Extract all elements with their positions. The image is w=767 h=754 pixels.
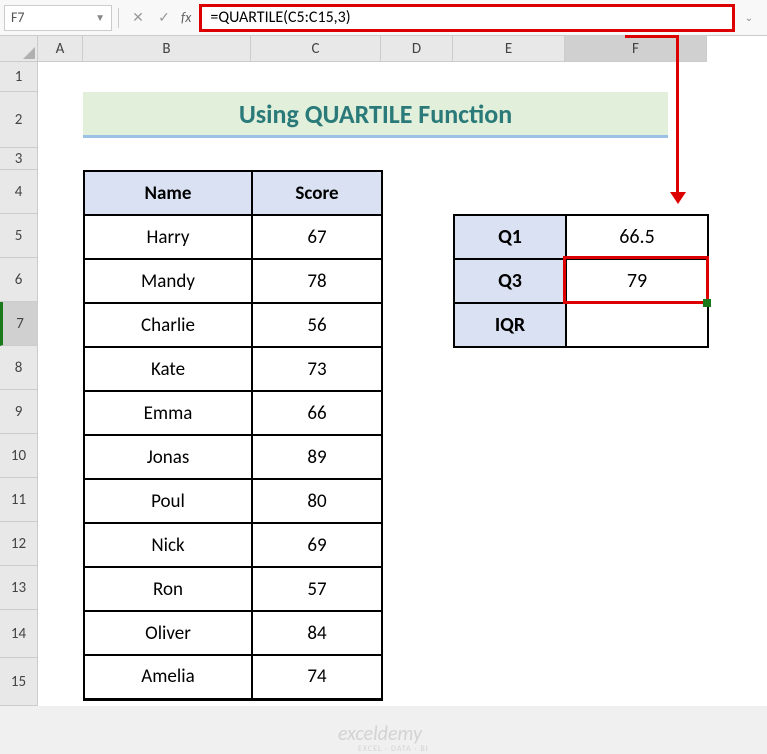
result-row-q1: Q1 66.5 xyxy=(454,215,708,259)
table-row: Charlie56 xyxy=(84,303,382,347)
result-value-q3[interactable]: 79 xyxy=(566,259,708,303)
spreadsheet-grid: A B C D E F 1 2 3 4 5 6 7 8 9 10 11 12 xyxy=(0,36,767,706)
cell-name[interactable]: Nick xyxy=(84,523,252,567)
row-header-11[interactable]: 11 xyxy=(0,478,38,522)
row-header-9[interactable]: 9 xyxy=(0,390,38,434)
cell-score[interactable]: 69 xyxy=(252,523,382,567)
fill-handle[interactable] xyxy=(703,299,711,307)
cell-score[interactable]: 74 xyxy=(252,655,382,699)
cells-area[interactable]: Using QUARTILE Function Name Score Harry… xyxy=(38,62,767,706)
result-value-iqr[interactable] xyxy=(566,303,708,347)
table-row: Harry67 xyxy=(84,215,382,259)
page-title: Using QUARTILE Function xyxy=(83,92,668,138)
watermark-subtitle: EXCEL · DATA · BI xyxy=(358,744,429,754)
cell-name[interactable]: Ron xyxy=(84,567,252,611)
table-row: Jonas89 xyxy=(84,435,382,479)
results-table: Q1 66.5 Q3 79 IQR xyxy=(453,214,709,348)
result-row-q3: Q3 79 xyxy=(454,259,708,303)
result-label-q3[interactable]: Q3 xyxy=(454,259,566,303)
cell-score[interactable]: 84 xyxy=(252,611,382,655)
cell-name[interactable]: Emma xyxy=(84,391,252,435)
cell-name[interactable]: Mandy xyxy=(84,259,252,303)
cell-name[interactable]: Amelia xyxy=(84,655,252,699)
enter-icon[interactable]: ✓ xyxy=(151,5,177,31)
row-header-14[interactable]: 14 xyxy=(0,610,38,658)
row-header-6[interactable]: 6 xyxy=(0,258,38,302)
result-row-iqr: IQR xyxy=(454,303,708,347)
row-header-8[interactable]: 8 xyxy=(0,346,38,390)
cell-name[interactable]: Poul xyxy=(84,479,252,523)
cell-name[interactable]: Harry xyxy=(84,215,252,259)
cell-score[interactable]: 67 xyxy=(252,215,382,259)
watermark: exceldemy xyxy=(338,722,422,746)
annotation-arrow-head-icon xyxy=(670,192,686,204)
name-box-value: F7 xyxy=(11,9,25,26)
cell-score[interactable]: 78 xyxy=(252,259,382,303)
row-header-3[interactable]: 3 xyxy=(0,148,38,170)
formula-bar: F7 ▼ ✕ ✓ fx =QUARTILE(C5:C15,3) ⌄ xyxy=(0,0,767,36)
cancel-icon[interactable]: ✕ xyxy=(125,5,151,31)
scores-table: Name Score Harry67 Mandy78 Charlie56 Kat… xyxy=(83,170,383,701)
table-row: Kate73 xyxy=(84,347,382,391)
result-value-q1[interactable]: 66.5 xyxy=(566,215,708,259)
formula-input[interactable]: =QUARTILE(C5:C15,3) xyxy=(199,4,735,32)
row-header-7[interactable]: 7 xyxy=(0,302,38,346)
name-box-dropdown-icon[interactable]: ▼ xyxy=(95,11,105,24)
cell-score[interactable]: 80 xyxy=(252,479,382,523)
table-row: Emma66 xyxy=(84,391,382,435)
formula-expand-icon[interactable]: ⌄ xyxy=(735,4,763,32)
cell-name[interactable]: Jonas xyxy=(84,435,252,479)
result-label-iqr[interactable]: IQR xyxy=(454,303,566,347)
table-row: Nick69 xyxy=(84,523,382,567)
select-all-button[interactable] xyxy=(0,36,38,62)
fx-label[interactable]: fx xyxy=(181,9,191,26)
column-header-B[interactable]: B xyxy=(83,36,251,62)
cell-score[interactable]: 66 xyxy=(252,391,382,435)
header-score[interactable]: Score xyxy=(252,171,382,215)
result-label-q1[interactable]: Q1 xyxy=(454,215,566,259)
formula-text: =QUARTILE(C5:C15,3) xyxy=(210,8,350,27)
header-name[interactable]: Name xyxy=(84,171,252,215)
table-row: Amelia74 xyxy=(84,655,382,699)
column-header-D[interactable]: D xyxy=(381,36,453,62)
cell-score[interactable]: 89 xyxy=(252,435,382,479)
row-header-2[interactable]: 2 xyxy=(0,92,38,148)
row-header-1[interactable]: 1 xyxy=(0,62,38,92)
table-row: Poul80 xyxy=(84,479,382,523)
row-header-13[interactable]: 13 xyxy=(0,566,38,610)
row-header-5[interactable]: 5 xyxy=(0,214,38,258)
cell-score[interactable]: 56 xyxy=(252,303,382,347)
row-header-4[interactable]: 4 xyxy=(0,170,38,214)
column-header-E[interactable]: E xyxy=(453,36,565,62)
column-headers: A B C D E F xyxy=(38,36,707,62)
column-header-C[interactable]: C xyxy=(251,36,381,62)
row-header-15[interactable]: 15 xyxy=(0,658,38,706)
row-header-10[interactable]: 10 xyxy=(0,434,38,478)
cell-name[interactable]: Oliver xyxy=(84,611,252,655)
table-row: Ron57 xyxy=(84,567,382,611)
cell-name[interactable]: Kate xyxy=(84,347,252,391)
row-headers: 1 2 3 4 5 6 7 8 9 10 11 12 13 14 15 xyxy=(0,62,38,706)
table-row: Mandy78 xyxy=(84,259,382,303)
cell-score[interactable]: 73 xyxy=(252,347,382,391)
table-row: Oliver84 xyxy=(84,611,382,655)
cell-name[interactable]: Charlie xyxy=(84,303,252,347)
divider xyxy=(118,8,119,28)
row-header-12[interactable]: 12 xyxy=(0,522,38,566)
column-header-A[interactable]: A xyxy=(38,36,83,62)
cell-score[interactable]: 57 xyxy=(252,567,382,611)
column-header-F[interactable]: F xyxy=(565,36,707,62)
name-box[interactable]: F7 ▼ xyxy=(4,5,112,31)
